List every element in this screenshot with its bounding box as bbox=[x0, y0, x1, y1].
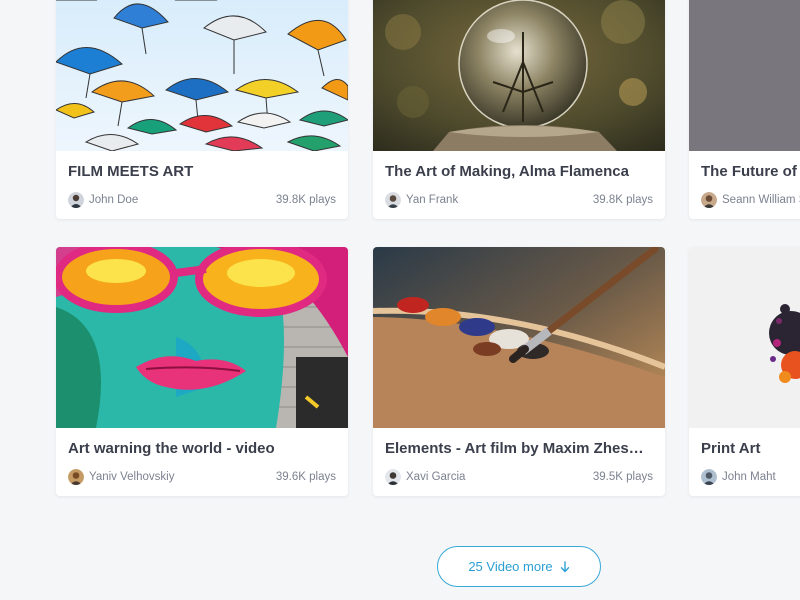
ink-splash-thumbnail[interactable] bbox=[689, 247, 800, 428]
video-card[interactable]: Art warning the world - video Yaniv Velh… bbox=[56, 247, 348, 496]
umbrellas-thumbnail[interactable] bbox=[56, 0, 348, 151]
avatar[interactable] bbox=[701, 192, 717, 208]
author[interactable]: John Maht bbox=[701, 469, 776, 485]
video-title[interactable]: The Art of Making, Alma Flamenca bbox=[385, 163, 653, 181]
paint-palette-thumbnail[interactable] bbox=[373, 247, 665, 428]
video-card[interactable]: FILM MEETS ART John Doe 39.8K plays bbox=[56, 0, 348, 219]
video-gallery: FILM MEETS ART John Doe 39.8K plays The … bbox=[0, 0, 800, 600]
video-title[interactable]: The Future of A bbox=[701, 163, 800, 181]
video-card[interactable]: The Future of A Seann William S bbox=[689, 0, 800, 219]
play-count: 39.5K plays bbox=[592, 471, 653, 483]
video-title[interactable]: Elements - Art film by Maxim Zhes… bbox=[385, 440, 653, 458]
author-name[interactable]: Yaniv Velhovskiy bbox=[89, 471, 174, 483]
card-info: The Art of Making, Alma Flamenca Yan Fra… bbox=[373, 151, 665, 208]
card-info: Art warning the world - video Yaniv Velh… bbox=[56, 428, 348, 485]
avatar[interactable] bbox=[68, 192, 84, 208]
load-more-label: 25 Video more bbox=[468, 559, 553, 574]
card-info: FILM MEETS ART John Doe 39.8K plays bbox=[56, 151, 348, 208]
video-card[interactable]: Print Art John Maht bbox=[689, 247, 800, 496]
video-card[interactable]: The Art of Making, Alma Flamenca Yan Fra… bbox=[373, 0, 665, 219]
video-title[interactable]: Art warning the world - video bbox=[68, 440, 336, 458]
avatar[interactable] bbox=[701, 469, 717, 485]
author-name[interactable]: Xavi Garcia bbox=[406, 471, 465, 483]
play-count: 39.6K plays bbox=[275, 471, 336, 483]
author[interactable]: Seann William S bbox=[701, 192, 800, 208]
arrow-down-icon bbox=[560, 560, 570, 573]
author[interactable]: Xavi Garcia bbox=[385, 469, 465, 485]
video-meta: John Maht bbox=[701, 469, 800, 485]
author-name[interactable]: Yan Frank bbox=[406, 194, 458, 206]
avatar[interactable] bbox=[68, 469, 84, 485]
play-count: 39.8K plays bbox=[275, 194, 336, 206]
author[interactable]: John Doe bbox=[68, 192, 138, 208]
video-meta: Seann William S bbox=[701, 192, 800, 208]
video-title[interactable]: Print Art bbox=[701, 440, 800, 458]
graffiti-face-thumbnail[interactable] bbox=[56, 247, 348, 428]
author-name[interactable]: Seann William S bbox=[722, 194, 800, 206]
load-more-button[interactable]: 25 Video more bbox=[437, 546, 601, 587]
author-name[interactable]: John Maht bbox=[722, 471, 776, 483]
video-card[interactable]: Elements - Art film by Maxim Zhes… Xavi … bbox=[373, 247, 665, 496]
avatar[interactable] bbox=[385, 192, 401, 208]
play-count: 39.8K plays bbox=[592, 194, 653, 206]
avatar[interactable] bbox=[385, 469, 401, 485]
crystal-ball-thumbnail[interactable] bbox=[373, 0, 665, 151]
card-info: The Future of A Seann William S bbox=[689, 151, 800, 208]
card-info: Print Art John Maht bbox=[689, 428, 800, 485]
author[interactable]: Yan Frank bbox=[385, 192, 458, 208]
video-meta: John Doe 39.8K plays bbox=[68, 192, 336, 208]
card-info: Elements - Art film by Maxim Zhes… Xavi … bbox=[373, 428, 665, 485]
grey-wall-thumbnail[interactable] bbox=[689, 0, 800, 151]
video-meta: Yan Frank 39.8K plays bbox=[385, 192, 653, 208]
author-name[interactable]: John Doe bbox=[89, 194, 138, 206]
video-meta: Xavi Garcia 39.5K plays bbox=[385, 469, 653, 485]
author[interactable]: Yaniv Velhovskiy bbox=[68, 469, 174, 485]
video-title[interactable]: FILM MEETS ART bbox=[68, 163, 336, 181]
video-meta: Yaniv Velhovskiy 39.6K plays bbox=[68, 469, 336, 485]
